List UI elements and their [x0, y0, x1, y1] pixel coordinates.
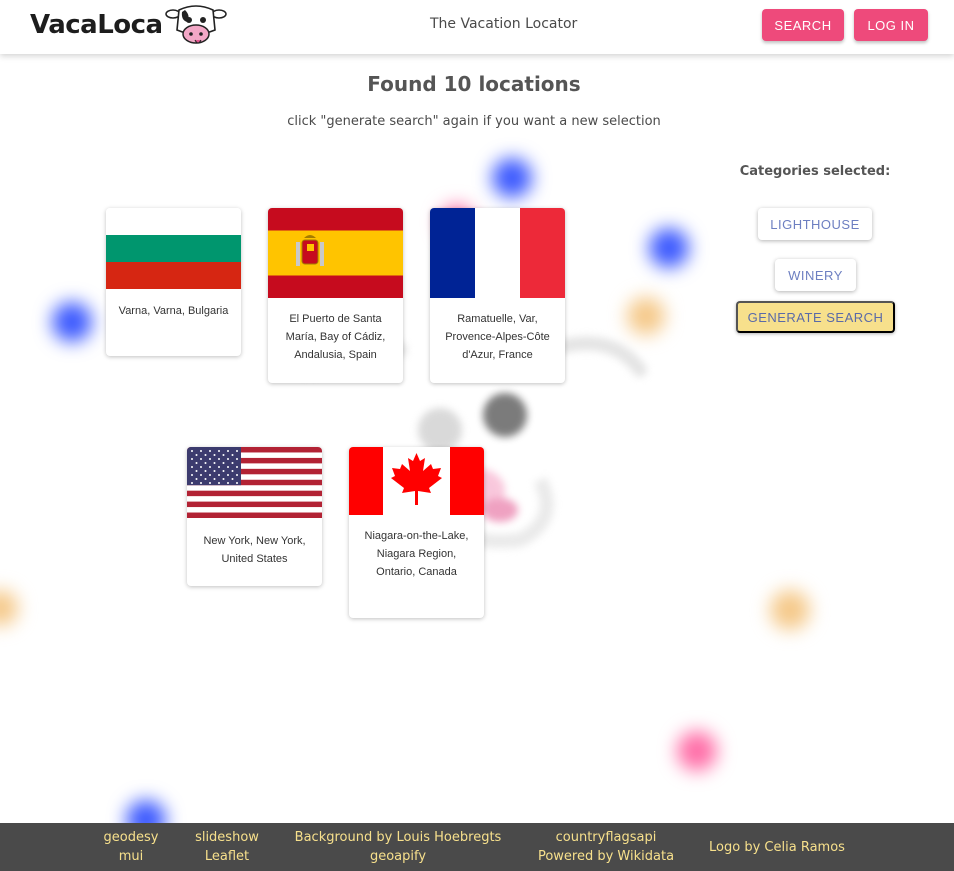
bulgaria-flag-icon	[106, 208, 241, 289]
background-dot	[0, 590, 18, 626]
results-hint: click "generate search" again if you wan…	[287, 114, 661, 129]
results-title: Found 10 locations	[367, 72, 581, 96]
footer-link-leaflet[interactable]: Leaflet	[205, 849, 249, 864]
footer-link-countryflagsapi[interactable]: countryflagsapi	[556, 830, 657, 845]
france-flag-icon	[430, 208, 565, 298]
app-logo[interactable]: VacaLoca	[30, 4, 227, 46]
top-navbar: VacaLoca The Vacation Locator SEARCH LOG…	[0, 0, 954, 54]
tagline: The Vacation Locator	[430, 16, 578, 32]
category-chip-winery[interactable]: WINERY	[775, 259, 856, 291]
logo-text: VacaLoca	[30, 10, 163, 40]
location-card[interactable]: Varna, Varna, Bulgaria	[106, 208, 241, 356]
footer-link-logo-credit[interactable]: Logo by Celia Ramos	[709, 840, 845, 855]
footer: geodesy mui slideshow Leaflet Background…	[0, 823, 954, 871]
usa-flag-icon	[187, 447, 322, 518]
canada-flag-icon	[349, 447, 484, 515]
footer-link-geodesy[interactable]: geodesy	[104, 830, 159, 845]
location-card[interactable]: New York, New York, United States	[187, 447, 322, 586]
footer-column: countryflagsapi Powered by Wikidata	[535, 823, 677, 871]
footer-column: geodesy mui	[103, 823, 159, 871]
footer-link-geoapify[interactable]: geoapify	[370, 849, 426, 864]
location-card[interactable]: El Puerto de Santa María, Bay of Cádiz, …	[268, 208, 403, 383]
search-button[interactable]: SEARCH	[762, 9, 844, 41]
location-name: El Puerto de Santa María, Bay of Cádiz, …	[285, 313, 386, 361]
location-name: Ramatuelle, Var, Provence-Alpes-Côte d'A…	[445, 313, 550, 361]
location-card[interactable]: Niagara-on-the-Lake, Niagara Region, Ont…	[349, 447, 484, 618]
background-dot	[677, 731, 717, 771]
background-dot	[770, 590, 810, 630]
footer-link-background-credit[interactable]: Background by Louis Hoebregts	[295, 830, 502, 845]
footer-column: Logo by Celia Ramos	[706, 823, 848, 871]
footer-column: slideshow Leaflet	[189, 823, 265, 871]
login-button[interactable]: LOG IN	[854, 9, 928, 41]
category-chip-lighthouse[interactable]: LIGHTHOUSE	[758, 208, 872, 240]
location-name: Niagara-on-the-Lake, Niagara Region, Ont…	[364, 530, 469, 578]
categories-title: Categories selected:	[739, 164, 891, 179]
background-dot	[52, 302, 92, 342]
background-dot	[649, 228, 689, 268]
background-dot	[492, 158, 532, 198]
location-name: New York, New York, United States	[203, 535, 306, 565]
location-name: Varna, Varna, Bulgaria	[118, 305, 229, 317]
generate-search-button[interactable]: GENERATE SEARCH	[736, 301, 895, 333]
footer-column: Background by Louis Hoebregts geoapify	[292, 823, 504, 871]
footer-link-slideshow[interactable]: slideshow	[195, 830, 259, 845]
footer-link-wikidata[interactable]: Powered by Wikidata	[538, 849, 674, 864]
location-card[interactable]: Ramatuelle, Var, Provence-Alpes-Côte d'A…	[430, 208, 565, 383]
footer-link-mui[interactable]: mui	[119, 849, 144, 864]
spain-flag-icon	[268, 208, 403, 298]
cow-logo-icon	[164, 5, 227, 44]
